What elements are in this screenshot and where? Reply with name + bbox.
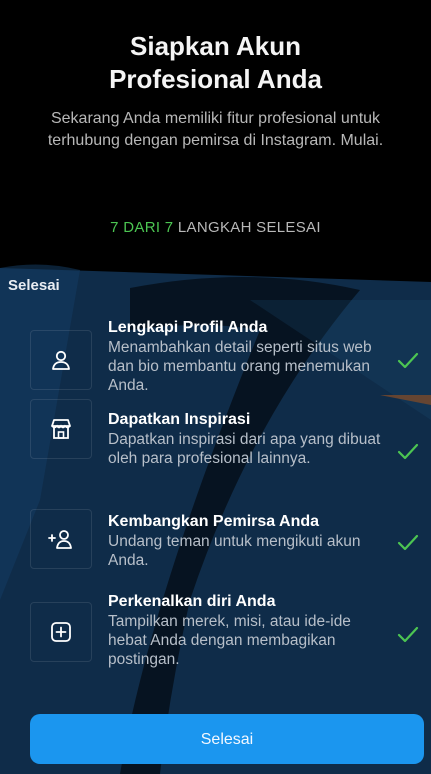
step-grow-audience[interactable]: Kembangkan Pemirsa Anda Undang teman unt…: [0, 508, 431, 576]
step-icon-box: [30, 399, 92, 459]
add-square-icon: [51, 622, 71, 642]
done-button[interactable]: Selesai: [30, 714, 424, 764]
title-line-2: Profesional Anda: [109, 64, 322, 94]
page-title: Siapkan Akun Profesional Anda: [0, 30, 431, 96]
check-icon: [397, 443, 419, 460]
step-title: Perkenalkan diri Anda: [108, 593, 276, 610]
step-title: Dapatkan Inspirasi: [108, 411, 251, 428]
progress-indicator: 7 DARI 7 LANGKAH SELESAI: [0, 219, 431, 236]
check-icon: [397, 352, 419, 369]
check-icon: [397, 626, 419, 643]
page-subtitle: Sekarang Anda memiliki fitur profesional…: [47, 110, 384, 149]
person-icon: [52, 350, 70, 370]
step-get-inspired[interactable]: Dapatkan Inspirasi Dapatkan inspirasi da…: [0, 399, 431, 495]
check-icon: [397, 534, 419, 551]
title-line-1: Siapkan Akun: [130, 31, 301, 61]
setup-screen: Siapkan Akun Profesional Anda Sekarang A…: [0, 0, 431, 774]
step-icon-box: [30, 330, 92, 390]
section-label: Selesai: [8, 277, 60, 294]
step-complete-profile[interactable]: Lengkapi Profil Anda Menambahkan detail …: [0, 318, 431, 396]
step-introduce-yourself[interactable]: Perkenalkan diri Anda Tampilkan merek, m…: [0, 592, 431, 682]
storefront-icon: [51, 419, 71, 439]
step-description: Menambahkan detail seperti situs web dan…: [108, 339, 372, 394]
progress-label: LANGKAH SELESAI: [177, 219, 321, 236]
step-description: Undang teman untuk mengikuti akun Anda.: [108, 533, 361, 569]
progress-count: 7 DARI 7: [110, 219, 174, 236]
step-description: Dapatkan inspirasi dari apa yang dibuat …: [108, 431, 381, 467]
add-person-icon: [48, 530, 72, 549]
step-title: Lengkapi Profil Anda: [108, 319, 268, 336]
step-icon-box: [30, 509, 92, 569]
step-description: Tampilkan merek, misi, atau ide-ide heba…: [108, 613, 351, 668]
step-icon-box: [30, 602, 92, 662]
step-title: Kembangkan Pemirsa Anda: [108, 513, 320, 530]
